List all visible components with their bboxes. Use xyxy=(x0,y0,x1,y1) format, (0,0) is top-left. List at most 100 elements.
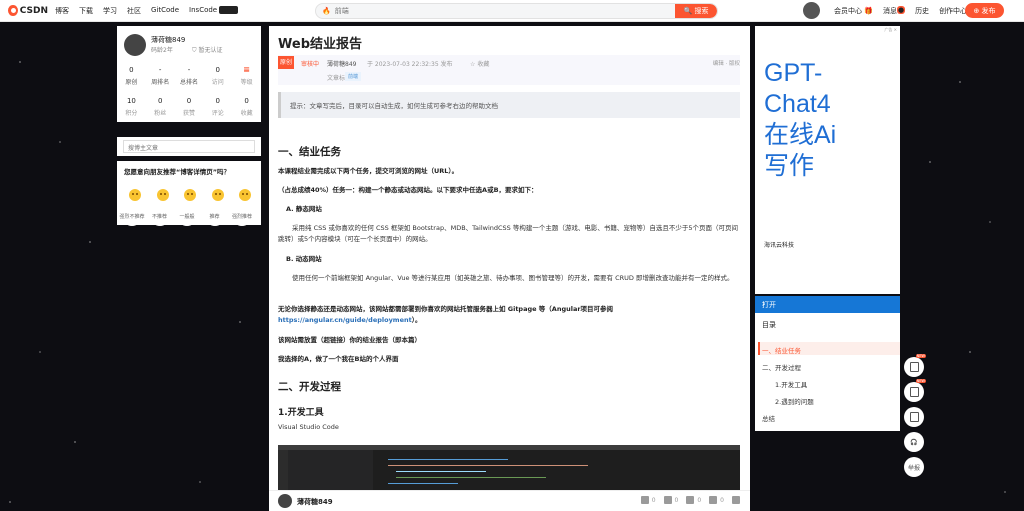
nav-learn[interactable]: 学习 xyxy=(103,6,117,16)
blog-search-input[interactable]: 搜博主文章 xyxy=(123,140,255,153)
code-line xyxy=(396,477,546,478)
stat-label: 评论 xyxy=(211,110,224,117)
favorite-link[interactable]: ☆ 收藏 xyxy=(470,59,489,68)
article-title: Web结业报告 xyxy=(278,37,362,52)
search-input[interactable] xyxy=(334,7,665,15)
vote-option[interactable]: 强烈不推荐 xyxy=(120,189,148,231)
toc-item[interactable]: 1.开发工具 xyxy=(775,379,807,389)
ad-line: 在线Ai xyxy=(764,121,837,149)
ad-flag[interactable]: 广告 ✕ xyxy=(884,27,897,33)
history-link[interactable]: 历史 xyxy=(915,6,929,16)
stat-likes[interactable]: 0 获赞 xyxy=(175,97,204,117)
sad-face-icon xyxy=(156,189,169,201)
author-name[interactable]: 薄荷糖849 xyxy=(297,497,333,507)
user-avatar[interactable] xyxy=(803,2,820,19)
paragraph-text: ）。 xyxy=(411,316,422,324)
nav-inscode[interactable]: InsCode GPU xyxy=(189,5,238,16)
stat-level[interactable]: 𝌆 等级 xyxy=(232,66,261,86)
vote-option[interactable]: 不推荐 xyxy=(149,189,176,231)
vote-option-label: 强烈推荐 xyxy=(232,206,252,226)
dislike-button[interactable]: 0 xyxy=(663,496,678,504)
vote-option-label: 推荐 xyxy=(204,206,225,226)
paragraph-text: 无论你选择静态还是动态网站，该网站都需部署到你喜欢的网站托管服务器上如 Gitp… xyxy=(278,305,614,313)
floating-toolbar: NEW NEW 🎧 举报 xyxy=(904,354,926,482)
stat-fans[interactable]: 0 粉丝 xyxy=(146,97,175,117)
code-line xyxy=(388,483,458,484)
edit-link[interactable]: 编辑 · 版权 xyxy=(713,59,740,67)
paragraph: 本课程结业需完成以下两个任务，提交可浏览的网址（URL）。 xyxy=(278,167,459,175)
toc-item[interactable]: 2.遇到的问题 xyxy=(775,396,814,406)
toc-open-bar[interactable]: 打开 › xyxy=(755,296,900,313)
nav-community[interactable]: 社区 xyxy=(127,6,141,16)
messages-link[interactable]: 消息● xyxy=(883,6,906,16)
favorite-count: 0 xyxy=(697,496,702,504)
stat-points[interactable]: 10 积分 xyxy=(117,97,146,117)
stats-row-1: 0 原创 - 周排名 - 总排名 0 访问 𝌆 等级 xyxy=(117,66,261,86)
article-author[interactable]: 薄荷糖849 xyxy=(327,59,356,68)
code-line xyxy=(396,471,486,472)
profile-auth-label: 暂无认证 xyxy=(198,47,223,54)
ad-banner[interactable]: 广告 ✕ GPT- Chat4 在线Ai 写作 海讯云科技 xyxy=(755,26,900,294)
search-button[interactable]: 🔍 搜索 xyxy=(675,4,717,18)
plus-icon: ⊕ xyxy=(973,6,980,15)
vote-option[interactable]: 推荐 xyxy=(204,189,231,231)
note-button[interactable]: NEW xyxy=(904,354,926,377)
chevron-right-icon: › xyxy=(762,299,766,308)
stat-total-rank[interactable]: - 总排名 xyxy=(175,66,204,86)
like-count: 0 xyxy=(651,496,656,504)
headset-icon: 🎧 xyxy=(910,438,918,446)
blog-search-card: 搜博主文章 xyxy=(117,137,261,156)
toc-item[interactable]: 总结 xyxy=(762,413,775,423)
toc-item[interactable]: 二、开发过程 xyxy=(762,362,801,372)
article-tag[interactable]: 前端 xyxy=(345,72,362,81)
toc-item[interactable]: 一、结业任务 xyxy=(762,345,801,355)
author-avatar[interactable] xyxy=(278,494,292,508)
list-button[interactable]: NEW xyxy=(904,379,926,402)
nav-blog[interactable]: 博客 xyxy=(55,6,69,16)
star-icon xyxy=(686,496,695,504)
stat-favorites[interactable]: 0 收藏 xyxy=(232,97,261,117)
share-icon xyxy=(732,496,740,504)
vip-center-link[interactable]: 会员中心 🎁 xyxy=(834,6,873,16)
publish-button[interactable]: ⊕ 发布 xyxy=(965,3,1004,18)
stat-visits[interactable]: 0 访问 xyxy=(203,66,232,86)
edit-icon xyxy=(909,412,919,422)
support-button[interactable]: 🎧 xyxy=(904,432,924,452)
heading-task: 一、结业任务 xyxy=(278,146,341,158)
code-line xyxy=(388,465,588,466)
comment-button[interactable]: 0 xyxy=(709,496,724,504)
heading-dev: 二、开发过程 xyxy=(278,381,341,393)
code-line xyxy=(388,459,508,460)
vote-options: 强烈不推荐 不推荐 一般般 推荐 强烈推荐 xyxy=(120,189,258,231)
vote-option[interactable]: 强烈推荐 xyxy=(232,189,258,231)
search-icon: 🔍 xyxy=(683,7,693,15)
message-dot: ● xyxy=(896,6,906,14)
like-button[interactable]: 0 xyxy=(640,496,656,504)
nav-gitcode[interactable]: GitCode xyxy=(151,6,179,16)
list-icon xyxy=(909,387,919,397)
stat-comments[interactable]: 0 评论 xyxy=(203,97,232,117)
nav-download[interactable]: 下载 xyxy=(79,6,93,16)
tip-box: 提示：文章写完后，目录可以自动生成，如何生成可参考右边的帮助文档 xyxy=(278,92,740,118)
share-button[interactable] xyxy=(732,496,740,504)
paragraph: 无论你选择静态还是动态网站，该网站都需部署到你喜欢的网站托管服务器上如 Gitp… xyxy=(278,304,658,326)
stat-original[interactable]: 0 原创 xyxy=(117,66,146,86)
profile-avatar[interactable] xyxy=(124,34,146,56)
creator-center-link[interactable]: 创作中心 xyxy=(939,6,967,16)
edit-button[interactable] xyxy=(904,407,924,427)
stat-label: 原创 xyxy=(125,79,138,86)
report-button[interactable]: 举报 xyxy=(904,457,924,477)
comment-count: 0 xyxy=(720,496,724,504)
nav-inscode-label: InsCode xyxy=(189,5,218,14)
favorite-button[interactable]: 0 xyxy=(686,496,701,504)
paragraph: B. 动态网站 xyxy=(286,255,322,263)
vote-option[interactable]: 一般般 xyxy=(177,189,203,231)
stat-week-rank[interactable]: - 周排名 xyxy=(146,66,175,86)
csdn-logo[interactable]: CSDN xyxy=(8,5,48,16)
top-right-menu: 会员中心 🎁 消息● 历史 创作中心 xyxy=(834,0,967,22)
deployment-link[interactable]: https://angular.cn/guide/deployment xyxy=(278,316,412,324)
profile-card: 薄荷糖849 码龄2年 ⛉ 暂无认证 0 原创 - 周排名 - 总排名 0 访问 𝌆 等级… xyxy=(117,26,261,122)
profile-name[interactable]: 薄荷糖849 xyxy=(151,35,185,45)
csdn-logo-icon xyxy=(8,5,18,16)
new-badge: NEW xyxy=(915,379,926,383)
